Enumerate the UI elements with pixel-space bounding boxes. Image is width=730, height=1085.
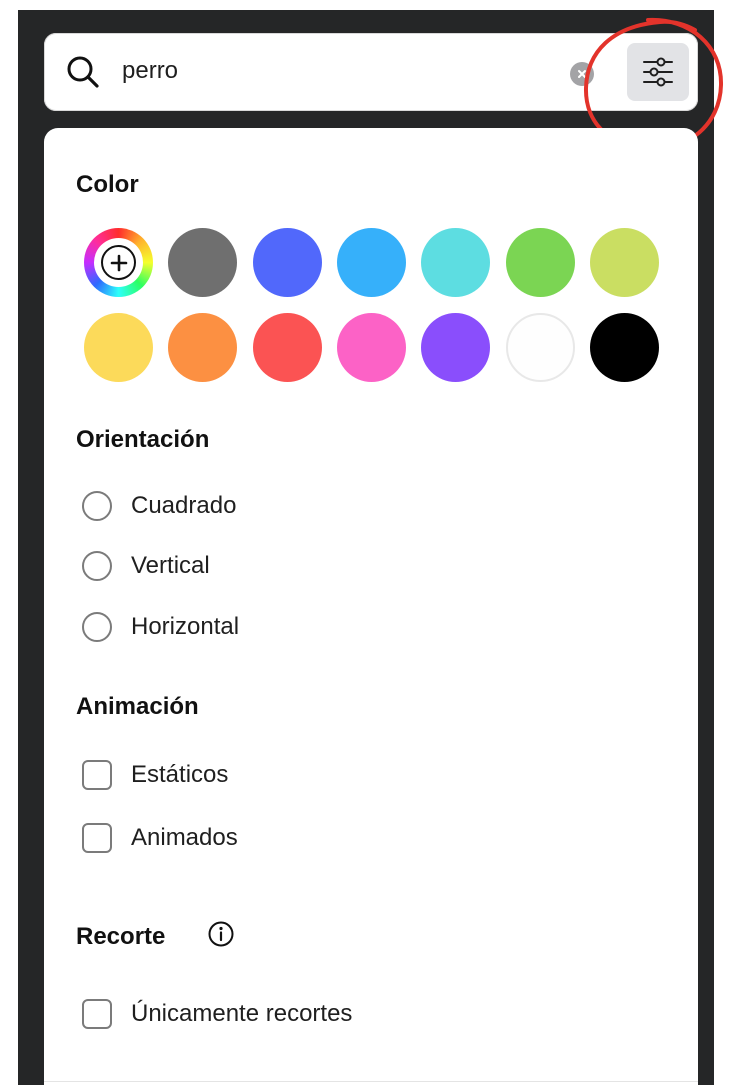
custom-color-button[interactable]	[84, 228, 153, 297]
filter-button[interactable]	[627, 43, 689, 101]
checkbox[interactable]	[82, 823, 112, 853]
option-label: Únicamente recortes	[131, 1000, 353, 1027]
orientation-option-horizontal[interactable]: Horizontal	[82, 610, 239, 644]
clear-icon	[578, 70, 586, 78]
color-swatch[interactable]	[589, 313, 659, 382]
sliders-icon	[643, 57, 673, 87]
color-swatch[interactable]	[252, 313, 322, 382]
cutout-section-title: Recorte	[76, 923, 166, 950]
radio-button[interactable]	[82, 612, 112, 642]
option-label: Animados	[131, 824, 238, 851]
color-swatch[interactable]	[168, 228, 238, 297]
radio-button[interactable]	[82, 491, 112, 521]
divider	[44, 1081, 698, 1082]
color-swatch[interactable]	[421, 228, 491, 297]
color-swatch[interactable]	[252, 228, 322, 297]
color-section-title: Color	[76, 171, 139, 198]
search-bar	[44, 33, 698, 111]
animation-section-title: Animación	[76, 693, 199, 720]
info-icon[interactable]	[207, 920, 235, 948]
checkbox[interactable]	[82, 999, 112, 1029]
orientation-option-square[interactable]: Cuadrado	[82, 489, 236, 523]
color-swatch[interactable]	[168, 313, 238, 382]
color-swatch[interactable]	[589, 228, 659, 297]
clear-search-button[interactable]	[570, 62, 594, 86]
orientation-option-vertical[interactable]: Vertical	[82, 549, 210, 583]
animation-option-static[interactable]: Estáticos	[82, 758, 228, 792]
checkbox[interactable]	[82, 760, 112, 790]
color-swatch[interactable]	[336, 228, 406, 297]
animation-option-animated[interactable]: Animados	[82, 821, 238, 855]
search-input[interactable]	[122, 51, 542, 91]
color-swatch[interactable]	[84, 313, 153, 382]
filter-panel: Color Orientación Cuadrado Vertical Hori…	[44, 128, 698, 1085]
option-label: Estáticos	[131, 761, 229, 788]
search-icon	[67, 56, 99, 88]
option-label: Vertical	[131, 552, 210, 579]
cutout-option-only-cutouts[interactable]: Únicamente recortes	[82, 997, 352, 1031]
option-label: Cuadrado	[131, 492, 237, 519]
color-swatch[interactable]	[421, 313, 491, 382]
radio-button[interactable]	[82, 551, 112, 581]
option-label: Horizontal	[131, 613, 240, 640]
color-swatch[interactable]	[336, 313, 406, 382]
plus-icon	[110, 254, 127, 271]
orientation-section-title: Orientación	[76, 426, 210, 453]
color-swatch[interactable]	[505, 313, 575, 382]
color-swatch[interactable]	[505, 228, 575, 297]
